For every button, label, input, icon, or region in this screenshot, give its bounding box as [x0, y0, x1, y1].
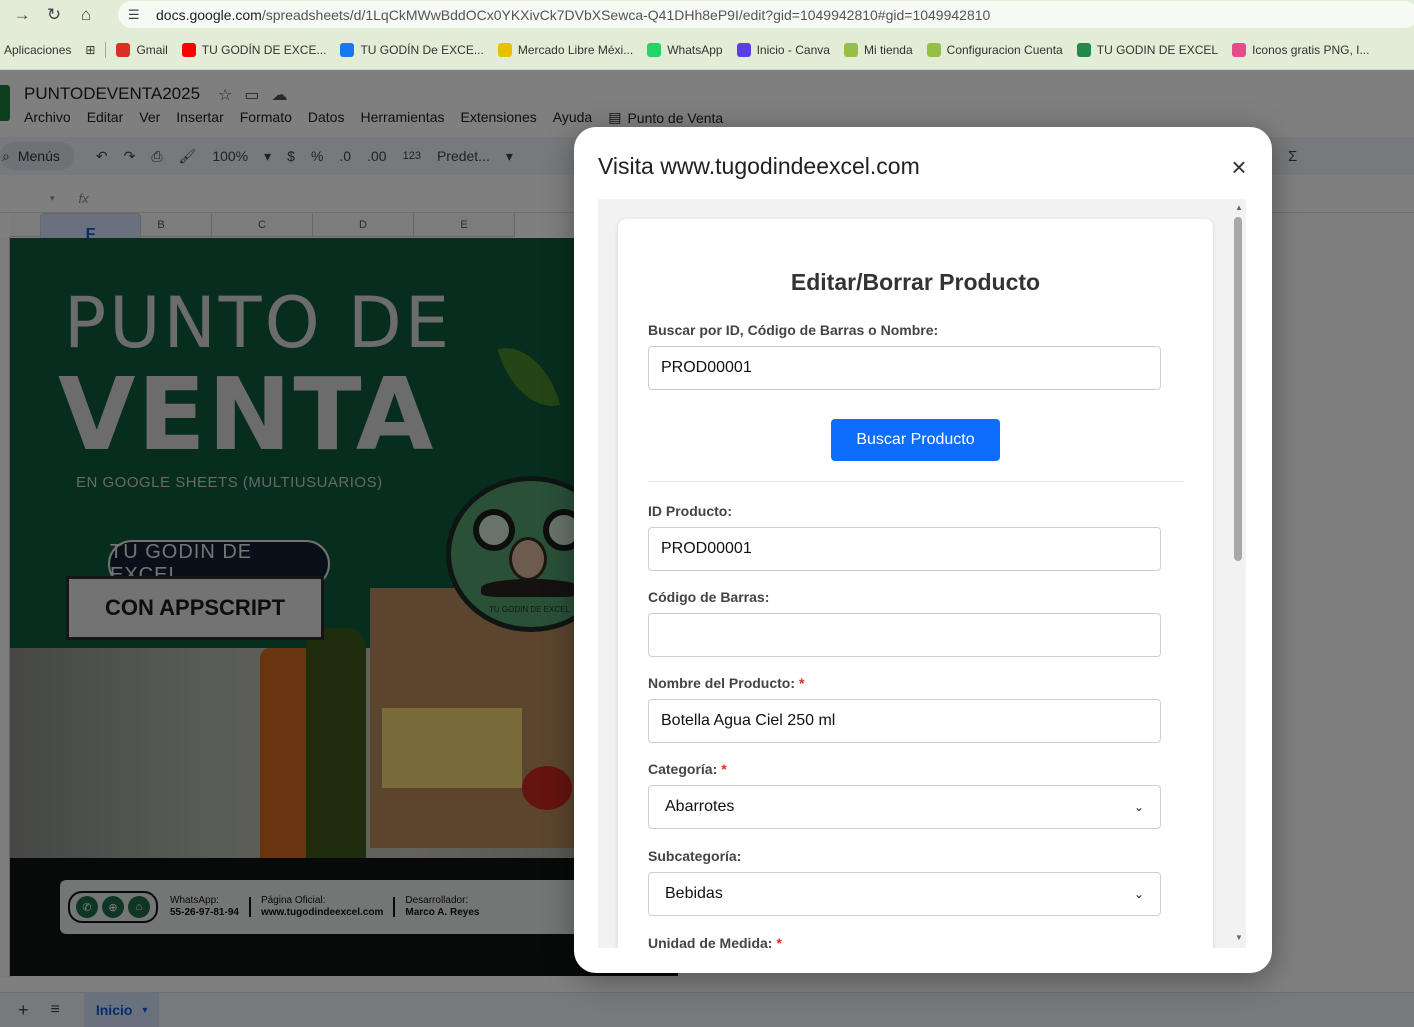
- bookmark-item[interactable]: Mercado Libre Méxi...: [497, 42, 634, 57]
- close-icon[interactable]: ×: [1226, 154, 1252, 181]
- bookmark-item[interactable]: Mi tienda: [843, 42, 913, 57]
- product-name-field[interactable]: Botella Agua Ciel 250 ml: [648, 699, 1161, 743]
- bookmark-favicon-icon: [1232, 42, 1247, 57]
- divider: [105, 41, 107, 58]
- bookmark-label: TU GODÍN De EXCE...: [360, 42, 484, 57]
- home-icon[interactable]: ⌂: [76, 5, 96, 25]
- divider: [648, 481, 1183, 482]
- dialog-content-frame: Editar/Borrar Producto Buscar por ID, Có…: [598, 199, 1246, 948]
- search-input[interactable]: PROD00001: [648, 346, 1161, 390]
- bookmarks-bar: Aplicaciones ⊞ Gmail TU GODÍN DE EXCE... TU …: [0, 30, 1414, 70]
- modal-title: Visita www.tugodindeexcel.com: [598, 153, 920, 179]
- category-select[interactable]: Abarrotes ⌄: [648, 785, 1161, 829]
- subcategory-value: Bebidas: [665, 885, 723, 902]
- bookmark-favicon-icon: [926, 42, 941, 57]
- scrollbar-thumb[interactable]: [1234, 217, 1242, 561]
- url-path: /spreadsheets/d/1LqCkMWwBddOCx0YKXivCk7D…: [261, 6, 991, 23]
- forward-icon[interactable]: →: [12, 5, 32, 25]
- chevron-down-icon: ⌄: [1133, 800, 1144, 814]
- bookmark-label: Iconos gratis PNG, I...: [1252, 42, 1370, 57]
- required-marker: *: [776, 935, 782, 948]
- address-bar[interactable]: ☰ docs.google.com /spreadsheets/d/1LqCkM…: [118, 1, 1414, 28]
- product-name-label: Nombre del Producto: *: [648, 675, 804, 691]
- search-product-button[interactable]: Buscar Producto: [831, 419, 1000, 461]
- bookmark-item[interactable]: Aplicaciones: [4, 43, 71, 57]
- url-host: docs.google.com: [156, 6, 262, 23]
- edit-product-form: Editar/Borrar Producto Buscar por ID, Có…: [618, 219, 1213, 948]
- bookmark-item[interactable]: Configuracion Cuenta: [926, 42, 1063, 57]
- reload-icon[interactable]: ↻: [44, 5, 64, 25]
- scrollbar[interactable]: ▲ ▼: [1230, 199, 1246, 948]
- bookmark-favicon-icon: [1076, 42, 1091, 57]
- bookmark-label: WhatsApp: [667, 42, 723, 57]
- search-label: Buscar por ID, Código de Barras o Nombre…: [648, 322, 939, 338]
- category-value: Abarrotes: [665, 798, 735, 815]
- bookmark-favicon-icon: [647, 42, 662, 57]
- apps-grid-icon[interactable]: ⊞: [85, 43, 95, 57]
- bookmark-label: Inicio - Canva: [756, 42, 830, 57]
- required-marker: *: [799, 675, 805, 691]
- product-id-field[interactable]: PROD00001: [648, 527, 1161, 571]
- barcode-label: Código de Barras:: [648, 589, 770, 605]
- unit-label-text: Unidad de Medida:: [648, 935, 773, 948]
- bookmark-item[interactable]: TU GODÍN DE EXCE...: [181, 42, 327, 57]
- site-settings-icon[interactable]: ☰: [128, 7, 146, 23]
- subcategory-label: Subcategoría:: [648, 848, 742, 864]
- bookmark-item[interactable]: Gmail: [116, 42, 168, 57]
- bookmark-favicon-icon: [181, 42, 196, 57]
- bookmark-favicon-icon: [736, 42, 751, 57]
- category-label-text: Categoría:: [648, 761, 718, 777]
- bookmark-favicon-icon: [843, 42, 858, 57]
- bookmark-item[interactable]: WhatsApp: [647, 42, 723, 57]
- barcode-field[interactable]: [648, 613, 1161, 657]
- bookmark-label: TU GODÍN DE EXCE...: [201, 42, 327, 57]
- modal-dialog: Visita www.tugodindeexcel.com × Editar/B…: [574, 127, 1272, 973]
- scroll-down-icon[interactable]: ▼: [1235, 933, 1243, 942]
- bookmark-label: TU GODIN DE EXCEL: [1096, 42, 1219, 57]
- bookmark-label: Gmail: [136, 42, 168, 57]
- category-label: Categoría: *: [648, 761, 727, 777]
- browser-toolbar: → ↻ ⌂ ☰ docs.google.com /spreadsheets/d/…: [0, 0, 1414, 30]
- bookmark-item[interactable]: TU GODIN DE EXCEL: [1076, 42, 1219, 57]
- bookmark-item[interactable]: TU GODÍN De EXCE...: [340, 42, 484, 57]
- bookmark-item[interactable]: Inicio - Canva: [736, 42, 830, 57]
- product-name-label-text: Nombre del Producto:: [648, 675, 796, 691]
- subcategory-select[interactable]: Bebidas ⌄: [648, 872, 1161, 916]
- bookmark-label: Aplicaciones: [4, 42, 72, 57]
- bookmark-item[interactable]: Iconos gratis PNG, I...: [1232, 42, 1370, 57]
- product-id-label: ID Producto:: [648, 503, 732, 519]
- bookmark-label: Configuracion Cuenta: [946, 42, 1063, 57]
- unit-label: Unidad de Medida: *: [648, 935, 782, 948]
- bookmark-label: Mercado Libre Méxi...: [517, 42, 634, 57]
- form-heading: Editar/Borrar Producto: [790, 269, 1041, 295]
- bookmark-favicon-icon: [497, 42, 512, 57]
- bookmark-label: Mi tienda: [863, 42, 913, 57]
- scroll-up-icon[interactable]: ▲: [1235, 203, 1243, 212]
- required-marker: *: [721, 761, 727, 777]
- chevron-down-icon: ⌄: [1133, 887, 1144, 901]
- bookmark-favicon-icon: [116, 42, 131, 57]
- bookmark-favicon-icon: [340, 42, 355, 57]
